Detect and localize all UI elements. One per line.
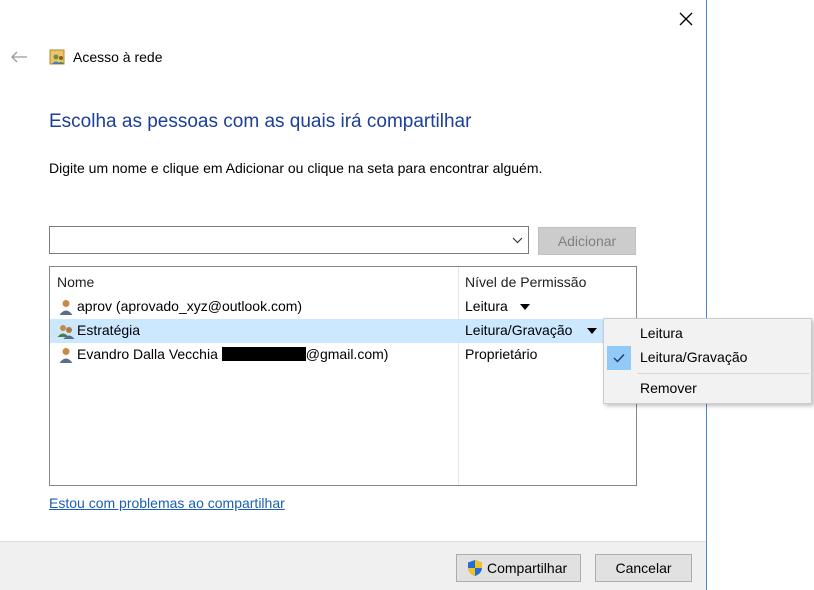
share-dialog: Acesso à rede Escolha as pessoas com as … xyxy=(0,0,707,590)
name-combobox[interactable] xyxy=(49,226,529,254)
menu-item-label: Leitura xyxy=(640,325,683,341)
footer: Compartilhar Cancelar xyxy=(0,541,706,590)
row-name: aprov (aprovado_xyz@outlook.com) xyxy=(77,298,303,314)
back-arrow-icon xyxy=(11,51,27,63)
menu-item-label: Remover xyxy=(640,380,697,396)
user-icon xyxy=(59,300,73,315)
share-button-label: Compartilhar xyxy=(487,560,568,576)
cancel-button[interactable]: Cancelar xyxy=(595,554,692,582)
row-name: Estratégia xyxy=(77,322,141,338)
permission-context-menu: Leitura Leitura/Gravação Remover xyxy=(603,318,812,404)
add-button[interactable]: Adicionar xyxy=(538,227,636,255)
row-name: Evandro Dalla Vecchia @gmail.com) xyxy=(77,346,388,362)
close-icon xyxy=(679,12,693,26)
name-input[interactable] xyxy=(54,230,498,252)
page-heading: Escolha as pessoas com as quais irá comp… xyxy=(49,111,472,132)
back-button[interactable] xyxy=(8,46,30,68)
column-header-name[interactable]: Nome xyxy=(57,274,94,290)
permission-dropdown-arrow-icon[interactable] xyxy=(587,328,597,334)
share-button[interactable]: Compartilhar xyxy=(456,554,581,582)
row-name-prefix: Evandro Dalla Vecchia xyxy=(77,346,218,362)
row-permission: Leitura xyxy=(465,298,508,314)
permission-dropdown-arrow-icon[interactable] xyxy=(520,304,530,310)
combo-dropdown-button[interactable] xyxy=(510,233,524,247)
network-share-icon xyxy=(49,49,65,65)
sharing-list: Nome Nível de Permissão aprov (aprovado_… xyxy=(49,266,637,486)
column-header-permission[interactable]: Nível de Permissão xyxy=(465,274,586,290)
row-permission: Proprietário xyxy=(465,346,538,362)
list-row-aprov[interactable]: aprov (aprovado_xyz@outlook.com) Leitura xyxy=(50,295,636,319)
menu-item-label: Leitura/Gravação xyxy=(640,349,748,365)
menu-item-remover[interactable]: Remover xyxy=(604,377,811,401)
list-row-estrategia[interactable]: Estratégia Leitura/Gravação xyxy=(50,319,636,343)
group-icon xyxy=(57,325,75,339)
user-icon xyxy=(59,348,73,363)
uac-shield-icon xyxy=(468,560,482,576)
instructions-text: Digite um nome e clique em Adicionar ou … xyxy=(49,160,543,176)
redaction-bar xyxy=(221,347,306,361)
menu-item-leitura-gravacao[interactable]: Leitura/Gravação xyxy=(604,346,811,370)
list-row-evandro[interactable]: Evandro Dalla Vecchia @gmail.com) Propri… xyxy=(50,343,636,367)
row-name-suffix: @gmail.com) xyxy=(305,346,389,362)
menu-item-leitura[interactable]: Leitura xyxy=(604,322,811,346)
menu-separator xyxy=(637,373,809,374)
window-title: Acesso à rede xyxy=(73,49,163,65)
checkmark-icon xyxy=(607,346,631,370)
help-link[interactable]: Estou com problemas ao compartilhar xyxy=(49,495,285,511)
close-button[interactable] xyxy=(667,4,705,34)
row-permission: Leitura/Gravação xyxy=(465,322,573,338)
chevron-down-icon xyxy=(512,237,522,243)
